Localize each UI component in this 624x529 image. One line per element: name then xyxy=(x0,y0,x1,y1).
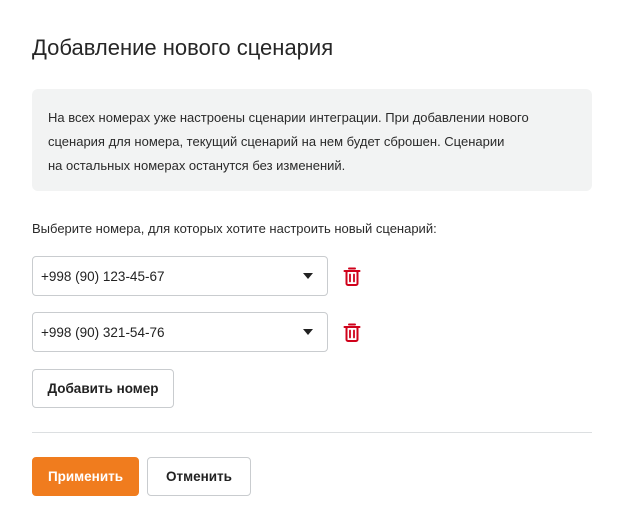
phone-number-value: +998 (90) 123-45-67 xyxy=(41,269,165,284)
trash-icon[interactable] xyxy=(340,265,364,289)
trash-icon[interactable] xyxy=(340,321,364,345)
phone-number-row: +998 (90) 123-45-67 xyxy=(32,256,372,296)
chevron-down-icon xyxy=(303,273,313,279)
divider xyxy=(32,432,592,433)
add-scenario-dialog: Добавление нового сценария На всех номер… xyxy=(0,0,624,529)
info-notice: На всех номерах уже настроены сценарии и… xyxy=(32,89,592,191)
add-number-button[interactable]: Добавить номер xyxy=(32,369,174,408)
phone-number-row: +998 (90) 321-54-76 xyxy=(32,312,372,352)
chevron-down-icon xyxy=(303,329,313,335)
phone-number-value: +998 (90) 321-54-76 xyxy=(41,325,165,340)
apply-button[interactable]: Применить xyxy=(32,457,139,496)
dialog-title: Добавление нового сценария xyxy=(32,35,334,60)
notice-line: на остальных номерах останутся без измен… xyxy=(48,158,346,173)
notice-line: сценария для номера, текущий сценарий на… xyxy=(48,134,505,149)
phone-number-select[interactable]: +998 (90) 321-54-76 xyxy=(32,312,328,352)
notice-line: На всех номерах уже настроены сценарии и… xyxy=(48,110,529,125)
cancel-button[interactable]: Отменить xyxy=(147,457,251,496)
select-numbers-label: Выберите номера, для которых хотите наст… xyxy=(32,221,437,236)
phone-number-select[interactable]: +998 (90) 123-45-67 xyxy=(32,256,328,296)
